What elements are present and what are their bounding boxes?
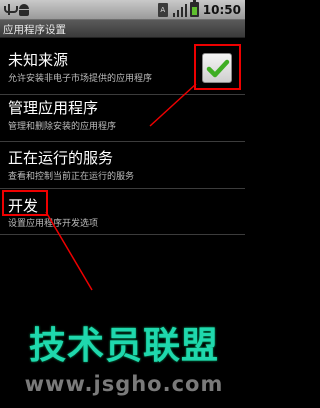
watermark: 技术员联盟 www.jsgho.com <box>0 312 245 408</box>
annotation-arrow <box>149 83 197 127</box>
annotation-arrow <box>45 211 93 291</box>
watermark-title: 技术员联盟 <box>29 324 219 367</box>
watermark-url: www.jsgho.com <box>24 372 224 396</box>
